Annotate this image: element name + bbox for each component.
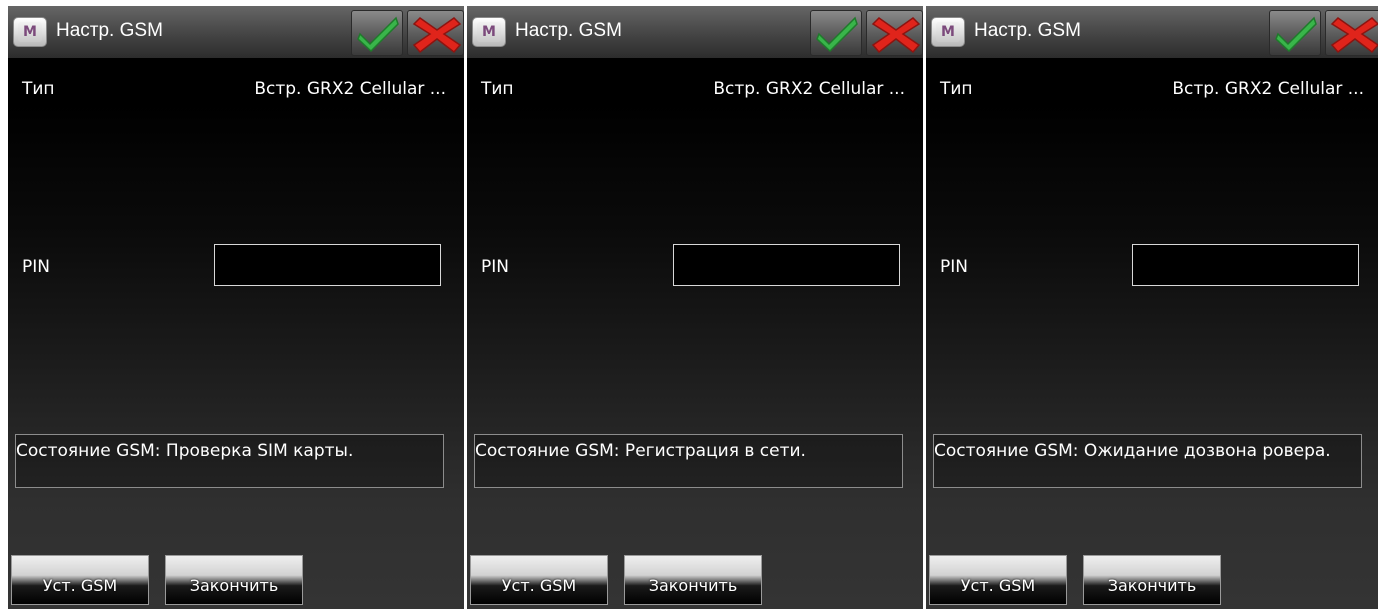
menu-button[interactable]: M: [472, 17, 506, 47]
gsm-status-text: Состояние GSM: Проверка SIM карты.: [16, 441, 354, 461]
type-value[interactable]: Встр. GRX2 Cellular ...: [713, 78, 905, 100]
finish-button[interactable]: Закончить: [1083, 555, 1221, 605]
type-label: Тип: [940, 79, 973, 99]
close-icon: [412, 17, 462, 54]
pin-input[interactable]: [214, 244, 441, 286]
pin-label: PIN: [481, 257, 509, 277]
set-gsm-button[interactable]: Уст. GSM: [11, 555, 149, 605]
screenshot-stage: M Настр. GSM Тип Встр. GRX2 Cellular ...…: [0, 0, 1378, 609]
menu-button[interactable]: M: [13, 17, 47, 47]
gsm-status-text: Состояние GSM: Ожидание дозвона ровера.: [934, 441, 1331, 461]
pin-label: PIN: [940, 257, 968, 277]
finish-button-label: Закончить: [648, 576, 738, 595]
accept-button[interactable]: [1269, 10, 1321, 56]
gsm-status-box: Состояние GSM: Регистрация в сети.: [474, 434, 903, 488]
window-title: Настр. GSM: [56, 20, 163, 41]
type-label: Тип: [22, 79, 55, 99]
set-gsm-button[interactable]: Уст. GSM: [929, 555, 1067, 605]
finish-button[interactable]: Закончить: [165, 555, 303, 605]
accept-button[interactable]: [351, 10, 403, 56]
cancel-button[interactable]: [1325, 10, 1378, 56]
set-gsm-button-label: Уст. GSM: [960, 576, 1036, 595]
menu-icon: M: [18, 22, 42, 42]
checkmark-icon: [1275, 16, 1317, 52]
window-title: Настр. GSM: [974, 20, 1081, 41]
checkmark-icon: [357, 16, 399, 52]
close-icon: [1330, 17, 1378, 54]
accept-button[interactable]: [810, 10, 862, 56]
menu-button[interactable]: M: [931, 17, 965, 47]
pin-label: PIN: [22, 257, 50, 277]
menu-icon: M: [477, 22, 501, 42]
checkmark-icon: [816, 16, 858, 52]
cancel-button[interactable]: [866, 10, 923, 56]
finish-button-label: Закончить: [189, 576, 279, 595]
finish-button[interactable]: Закончить: [624, 555, 762, 605]
gsm-settings-screen: M Настр. GSM Тип Встр. GRX2 Cellular ...…: [8, 6, 464, 609]
menu-icon: M: [936, 22, 960, 42]
gsm-settings-screen: M Настр. GSM Тип Встр. GRX2 Cellular ...…: [467, 6, 923, 609]
gsm-status-box: Состояние GSM: Ожидание дозвона ровера.: [933, 434, 1362, 488]
set-gsm-button-label: Уст. GSM: [42, 576, 118, 595]
cancel-button[interactable]: [407, 10, 464, 56]
finish-button-label: Закончить: [1107, 576, 1197, 595]
pin-input[interactable]: [1132, 244, 1359, 286]
close-icon: [871, 17, 921, 54]
pin-input[interactable]: [673, 244, 900, 286]
title-bar: M Настр. GSM: [926, 6, 1378, 59]
gsm-status-text: Состояние GSM: Регистрация в сети.: [475, 441, 806, 461]
window-title: Настр. GSM: [515, 20, 622, 41]
set-gsm-button-label: Уст. GSM: [501, 576, 577, 595]
gsm-settings-screen: M Настр. GSM Тип Встр. GRX2 Cellular ...…: [926, 6, 1378, 609]
set-gsm-button[interactable]: Уст. GSM: [470, 555, 608, 605]
title-bar: M Настр. GSM: [8, 6, 464, 59]
type-label: Тип: [481, 79, 514, 99]
type-value[interactable]: Встр. GRX2 Cellular ...: [254, 78, 446, 100]
title-bar: M Настр. GSM: [467, 6, 923, 59]
gsm-status-box: Состояние GSM: Проверка SIM карты.: [15, 434, 444, 488]
type-value[interactable]: Встр. GRX2 Cellular ...: [1172, 78, 1364, 100]
